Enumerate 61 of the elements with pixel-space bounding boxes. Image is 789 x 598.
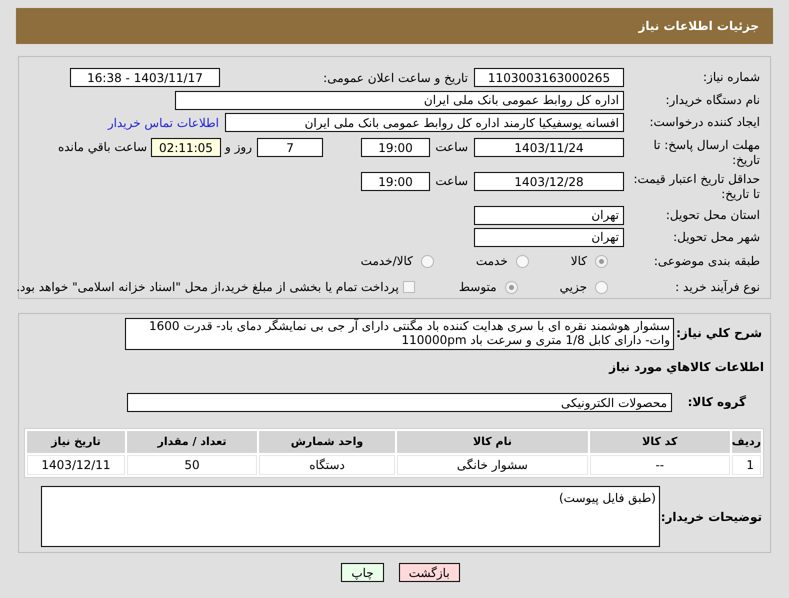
column-header: نام کالا (397, 431, 588, 453)
field-label: حداقل تاریخ اعتبار قیمت: تا تاریخ: (632, 172, 761, 202)
radio-button[interactable] (595, 254, 608, 268)
checkbox[interactable] (402, 281, 415, 293)
text-field[interactable]: 1403/12/28 (474, 172, 624, 191)
column-header: تعداد / مقدار (127, 431, 257, 453)
text-field[interactable]: 1403/11/24 (474, 138, 624, 157)
field-label: خدمت (476, 253, 508, 270)
radio-button[interactable] (504, 280, 518, 294)
field-label: شرح کلي نياز: (675, 325, 763, 341)
section-title: اطلاعات کالاهاي مورد نياز (608, 359, 765, 376)
remaining-time-field[interactable]: 02:11:05 (151, 138, 221, 157)
text-field[interactable]: تهران (474, 228, 624, 246)
text-field[interactable]: افسانه یوسفیکیا کارمند اداره کل روابط عمومی بانک ملی ایران (225, 113, 624, 132)
field-label: ساعت (434, 139, 469, 156)
table-cell: 50 (127, 455, 257, 475)
column-header: تاریخ نیاز (27, 431, 125, 453)
field-label: نام دستگاه خریدار: (664, 92, 761, 108)
buyer-contact-link[interactable]: اطلاعات تماس خریدار (108, 114, 219, 132)
field-label: متوسط (458, 279, 497, 296)
text-field[interactable]: 19:00 (361, 138, 430, 157)
field-label: شماره نیاز: (702, 70, 761, 85)
text-field[interactable]: 1103003163000265 (474, 68, 624, 87)
text-field[interactable]: 1403/11/17 - 16:38 (70, 68, 220, 87)
text-field[interactable]: اداره کل روابط عمومی بانک ملی ایران (175, 90, 624, 110)
text-field[interactable]: 7 (257, 138, 323, 157)
column-header: ردیف (732, 431, 761, 453)
field-label: ایجاد کننده درخواست: (648, 115, 761, 130)
field-label: مهلت ارسال پاسخ: تا تاریخ: (652, 138, 761, 168)
text-field[interactable]: محصولات الکترونیکی (127, 393, 672, 412)
field-label: شهر محل تحویل: (672, 230, 761, 244)
field-label: کالا/خدمت (360, 253, 413, 270)
field-label: روز و (224, 139, 253, 156)
column-header: کد کالا (590, 431, 730, 453)
radio-button[interactable] (595, 280, 608, 294)
table-cell: 1403/12/11 (27, 455, 125, 475)
field-label: پرداخت تمام یا بخشی از مبلغ خرید،از محل "اسناد خزانه اسلامی" خواهد بود. (16, 279, 399, 296)
table-cell: سشوار خانگی (397, 455, 588, 475)
field-label: تاریخ و ساعت اعلان عمومی: (322, 70, 468, 86)
table-cell: -- (590, 455, 730, 475)
radio-button[interactable] (420, 254, 434, 268)
field-label: نوع فرآیند خرید : (674, 280, 761, 294)
field-label: ساعت باقي مانده (58, 139, 148, 156)
field-label: ساعت (434, 173, 469, 190)
field-label: جزیي (560, 279, 587, 296)
text-field[interactable]: 19:00 (361, 172, 430, 191)
field-label: گروه کالا: (686, 395, 747, 410)
column-header: واحد شمارش (259, 431, 395, 453)
print-button[interactable]: چاپ (341, 563, 384, 582)
field-label: طبقه بندی موضوعی: (652, 254, 761, 268)
header-bar: جزئیات اطلاعات نیاز (16, 8, 773, 44)
field-label: استان محل تحویل: (664, 208, 761, 222)
field-label: توضیحات خریدار: (660, 509, 763, 525)
field-label: کالا (570, 253, 587, 270)
text-field[interactable]: تهران (474, 206, 624, 224)
table-cell: دستگاه (259, 455, 395, 475)
back-button[interactable]: بازگشت (398, 563, 460, 582)
buyer-notes-textarea[interactable]: (طبق فایل پیوست) (41, 486, 660, 547)
radio-button[interactable] (516, 254, 529, 268)
description-textarea[interactable]: سشوار هوشمند نقره ای با سری هدایت کننده باد مگنتی دارای آر جی بی نمایشگر دمای باد- قدرت 1600 وات- دارای کابل 1/8 متری و سرعت باد 110000pm (125, 318, 674, 350)
table-cell: 1 (732, 455, 761, 475)
